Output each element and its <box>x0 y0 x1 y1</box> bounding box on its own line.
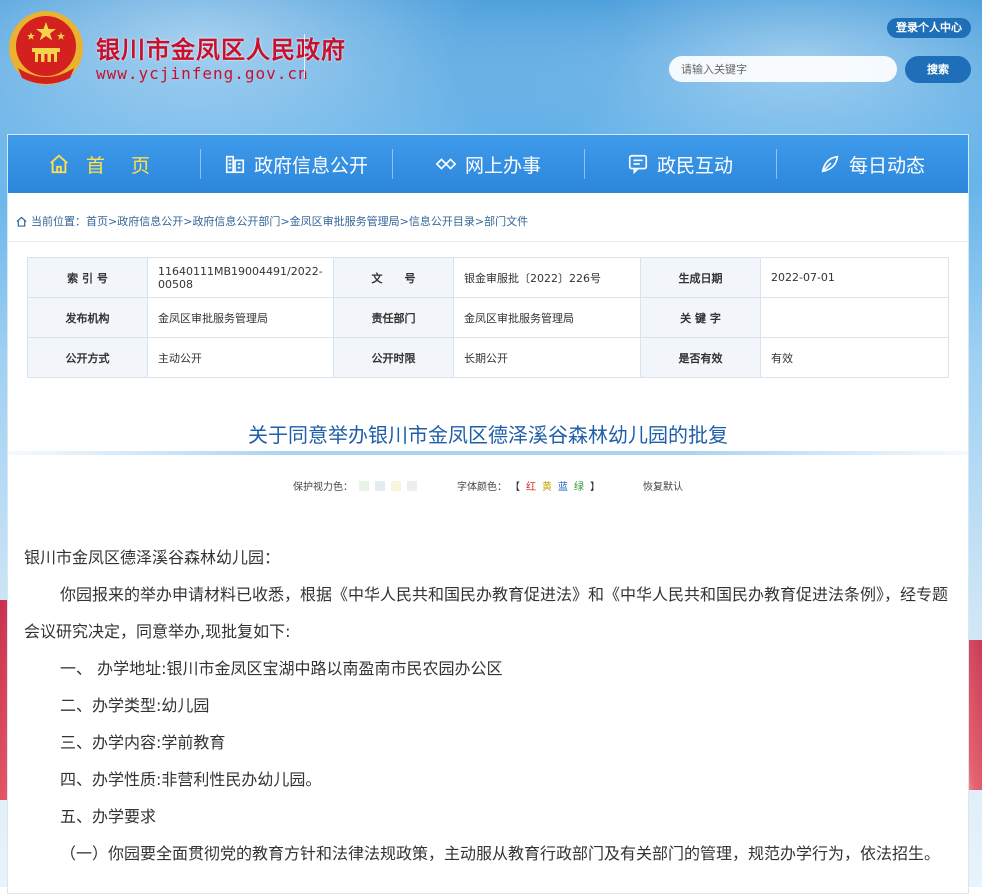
meta-key: 是否有效 <box>640 337 761 378</box>
site-url: www.ycjinfeng.gov.cn <box>96 64 309 83</box>
breadcrumb-separator: > <box>183 214 193 228</box>
nav-item-gov-info[interactable]: 政府信息公开 <box>200 135 392 193</box>
title-underline <box>8 451 968 455</box>
breadcrumb-separator: > <box>108 214 118 228</box>
breadcrumb-link[interactable]: 首页 <box>86 213 108 229</box>
article-paragraph: 四、办学性质:非营利性民办幼儿园。 <box>60 770 322 789</box>
meta-value: 银金审服批〔2022〕226号 <box>453 257 641 298</box>
search-button[interactable]: 搜索 <box>905 56 971 83</box>
nav-item-label: 首 页 <box>85 154 161 177</box>
table-row: 发布机构 金凤区审批服务管理局 责任部门 金凤区审批服务管理局 关 键 字 <box>27 297 949 338</box>
document-meta-table: 索 引 号 11640111MB19004491/2022-00508 文 号 … <box>27 257 949 378</box>
font-color-red[interactable]: 红 <box>526 478 536 493</box>
reading-tools: 保护视力色： 字体颜色： 【 红 黄 蓝 绿 】 恢复默认 <box>8 478 968 493</box>
article-paragraph: 三、办学内容:学前教育 <box>60 733 226 752</box>
article-paragraph: （一）你园要全面贯彻党的教育方针和法律法规政策，主动服从教育行政部门及有关部门的… <box>60 844 941 863</box>
nav-item-interaction[interactable]: 政民互动 <box>584 135 776 193</box>
main-panel: 首 页 政府信息公开 网上办事 政民互动 每日动态 当前位置： 首页 > 政府信… <box>7 134 969 894</box>
nav-item-label: 政民互动 <box>656 154 733 177</box>
breadcrumb-separator: > <box>280 214 290 228</box>
article-paragraph: 一、 办学地址:银川市金凤区宝湖中路以南盈南市民农园办公区 <box>60 659 503 678</box>
meta-key: 责任部门 <box>333 297 454 338</box>
meta-value: 有效 <box>760 337 949 378</box>
chat-icon <box>628 154 648 175</box>
handshake-icon <box>435 158 457 170</box>
search-input[interactable] <box>669 56 897 82</box>
article-paragraph: 二、办学类型:幼儿园 <box>60 696 210 715</box>
swatch-green[interactable] <box>359 480 369 491</box>
breadcrumb-link[interactable]: 金凤区审批服务管理局 <box>290 213 400 229</box>
breadcrumb-link[interactable]: 政府信息公开 <box>117 213 183 229</box>
meta-key: 文 号 <box>333 257 454 298</box>
meta-value: 2022-07-01 <box>760 257 949 298</box>
table-row: 索 引 号 11640111MB19004491/2022-00508 文 号 … <box>27 257 949 298</box>
meta-value: 主动公开 <box>147 337 334 378</box>
national-emblem-icon <box>9 11 83 85</box>
meta-value <box>760 297 949 338</box>
meta-value: 金凤区审批服务管理局 <box>453 297 641 338</box>
meta-key: 发布机构 <box>27 297 148 338</box>
breadcrumb-separator: > <box>399 214 409 228</box>
breadcrumb-separator: > <box>474 214 485 228</box>
bracket-close: 】 <box>590 482 600 493</box>
article-paragraph: 银川市金凤区德泽溪谷森林幼儿园： <box>24 548 281 567</box>
login-personal-center-button[interactable]: 登录个人中心 <box>887 18 971 38</box>
nav-item-label: 政府信息公开 <box>253 154 368 177</box>
building-icon <box>225 155 245 174</box>
breadcrumb-link[interactable]: 政府信息公开部门 <box>192 213 280 229</box>
table-row: 公开方式 主动公开 公开时限 长期公开 是否有效 有效 <box>27 337 949 378</box>
article-body: 银川市金凤区德泽溪谷森林幼儿园： 你园报来的举办申请材料已收悉，根据《中华人民共… <box>24 539 954 872</box>
swatch-yellow[interactable] <box>391 480 401 491</box>
eye-protect-group: 保护视力色： <box>293 478 417 493</box>
meta-key: 公开时限 <box>333 337 454 378</box>
article-paragraph: 你园报来的举办申请材料已收悉，根据《中华人民共和国民办教育促进法》和《中华人民共… <box>24 585 949 641</box>
reset-group: 恢复默认 <box>643 478 683 493</box>
bracket-open: 【 <box>510 482 520 493</box>
meta-key: 关 键 字 <box>640 297 761 338</box>
main-nav: 首 页 政府信息公开 网上办事 政民互动 每日动态 <box>8 135 968 193</box>
font-color-label: 字体颜色： <box>457 482 507 493</box>
font-color-yellow[interactable]: 黄 <box>542 478 552 493</box>
site-title: 银川市金凤区人民政府 <box>96 36 346 64</box>
nav-item-home[interactable]: 首 页 <box>8 135 200 193</box>
leaf-icon <box>821 155 839 173</box>
breadcrumb: 当前位置： 首页 > 政府信息公开 > 政府信息公开部门 > 金凤区审批服务管理… <box>16 213 528 229</box>
article-title: 关于同意举办银川市金凤区德泽溪谷森林幼儿园的批复 <box>248 423 728 447</box>
meta-value: 长期公开 <box>453 337 641 378</box>
header-divider <box>304 34 305 78</box>
meta-key: 公开方式 <box>27 337 148 378</box>
home-icon <box>16 216 27 227</box>
nav-item-label: 网上办事 <box>464 154 541 177</box>
breadcrumb-prefix: 当前位置： <box>31 215 86 228</box>
home-icon <box>50 154 68 174</box>
nav-item-online-service[interactable]: 网上办事 <box>392 135 584 193</box>
font-color-blue[interactable]: 蓝 <box>558 478 568 493</box>
nav-item-daily-news[interactable]: 每日动态 <box>776 135 968 193</box>
breadcrumb-link[interactable]: 部门文件 <box>484 213 528 229</box>
article-paragraph: 五、办学要求 <box>60 807 157 826</box>
swatch-gray[interactable] <box>407 480 417 491</box>
meta-value: 11640111MB19004491/2022-00508 <box>147 257 334 298</box>
breadcrumb-divider <box>8 241 968 242</box>
meta-key: 生成日期 <box>640 257 761 298</box>
reset-default-link[interactable]: 恢复默认 <box>643 478 683 493</box>
font-color-group: 字体颜色： 【 红 黄 蓝 绿 】 <box>457 478 603 493</box>
breadcrumb-link[interactable]: 信息公开目录 <box>409 213 475 229</box>
eye-protect-label: 保护视力色： <box>293 482 353 493</box>
nav-item-label: 每日动态 <box>848 154 925 177</box>
meta-key: 索 引 号 <box>27 257 148 298</box>
meta-value: 金凤区审批服务管理局 <box>147 297 334 338</box>
font-color-green[interactable]: 绿 <box>574 478 584 493</box>
swatch-blue[interactable] <box>375 480 385 491</box>
